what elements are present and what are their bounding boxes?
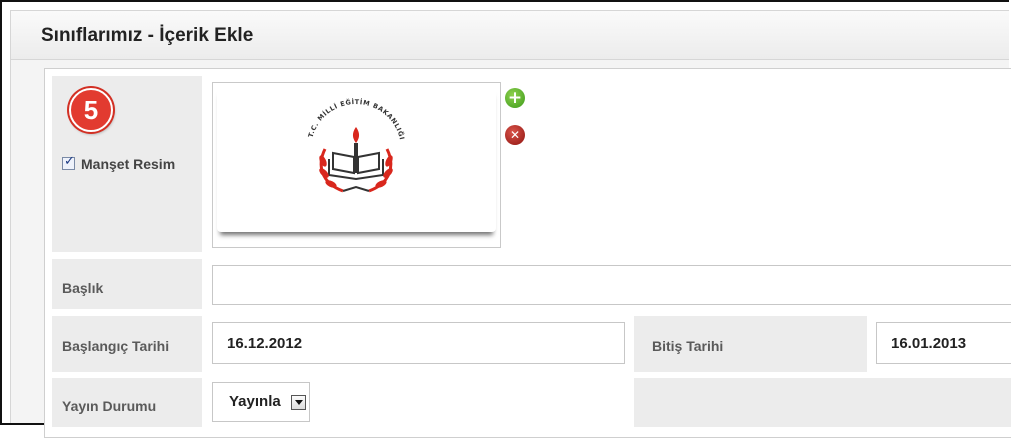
end-date-label: Bitiş Tarihi	[652, 338, 724, 354]
page-title: Sınıflarımız - İçerik Ekle	[41, 25, 254, 46]
ministry-logo-image: T.C. MİLLİ EĞİTİM BAKANLIĞI	[307, 97, 406, 193]
end-date-input[interactable]	[876, 322, 1011, 364]
headline-image-checkbox[interactable]	[62, 154, 75, 170]
headline-image-label: Manşet Resim	[81, 156, 176, 172]
step-number-badge: 5	[69, 88, 113, 132]
page-header: Sınıflarımız - İçerik Ekle	[10, 10, 1009, 60]
image-preview[interactable]: T.C. MİLLİ EĞİTİM BAKANLIĞI	[212, 82, 501, 248]
title-input[interactable]	[212, 265, 1011, 305]
status-label: Yayın Durumu	[62, 398, 157, 414]
x-circle-icon[interactable]: ✕	[505, 125, 525, 145]
status-spacer-cell	[634, 378, 1011, 427]
start-date-input[interactable]	[212, 322, 625, 364]
start-date-label: Başlangıç Tarihi	[62, 338, 170, 354]
status-select[interactable]: Yayınla	[212, 382, 310, 422]
chevron-down-icon[interactable]	[291, 395, 306, 410]
image-preview-card: T.C. MİLLİ EĞİTİM BAKANLIĞI	[217, 87, 496, 232]
plus-circle-icon[interactable]: +	[505, 88, 525, 108]
status-select-value: Yayınla	[229, 393, 281, 410]
title-label: Başlık	[62, 280, 104, 296]
